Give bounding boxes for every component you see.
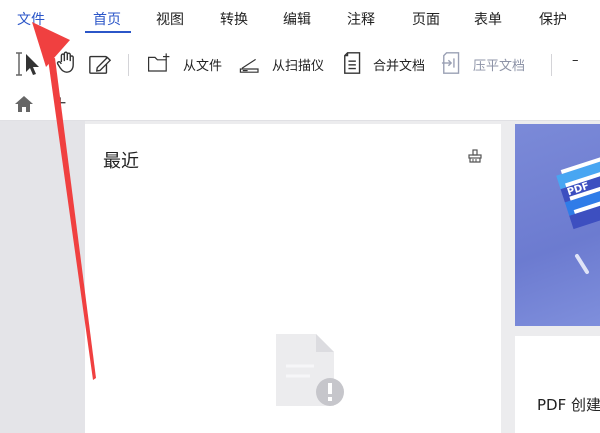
minimize-ribbon-button[interactable]: – [572,53,579,68]
menu-page[interactable]: 页面 [412,9,440,29]
flatten-docs-icon[interactable] [441,51,465,75]
clear-recent-icon[interactable] [467,148,483,164]
from-file-button[interactable]: 从文件 [183,55,222,74]
scanner-icon[interactable] [238,53,262,77]
pdf-stack-illustration [556,153,600,274]
menu-comment[interactable]: 注释 [347,9,375,29]
toolbar-separator [128,54,129,76]
create-pdf-title: PDF 创建 [537,396,600,414]
flatten-docs-button[interactable]: 压平文档 [473,55,525,74]
promo-banner[interactable]: PDF [515,124,600,326]
empty-document-icon [276,334,344,406]
merge-docs-icon[interactable] [342,51,366,75]
annotation-arrow-icon [32,22,96,380]
menu-convert[interactable]: 转换 [220,9,248,29]
folder-add-icon[interactable] [147,51,171,75]
menu-protect[interactable]: 保护 [539,9,567,29]
merge-docs-button[interactable]: 合并文档 [373,55,425,74]
toolbar-separator [551,54,552,76]
from-scanner-button[interactable]: 从扫描仪 [272,55,324,74]
menu-form[interactable]: 表单 [474,9,502,29]
create-pdf-card[interactable] [515,336,600,433]
menu-edit[interactable]: 编辑 [283,9,311,29]
menu-view[interactable]: 视图 [156,9,184,29]
